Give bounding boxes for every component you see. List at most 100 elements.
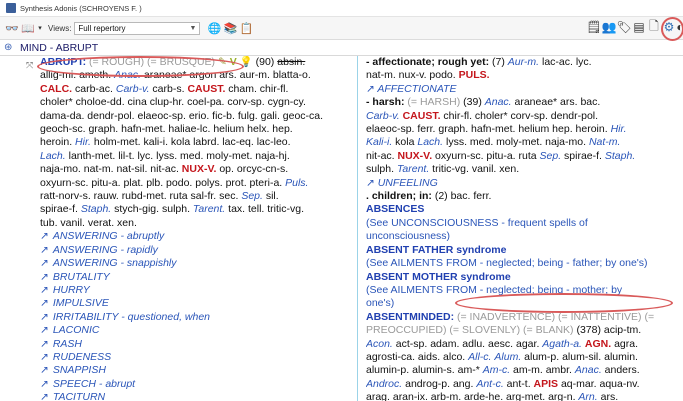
remedy-highlight[interactable]: Puls.: [285, 177, 308, 189]
remedy-icon[interactable]: 🗋: [647, 19, 661, 35]
remedy-highlight[interactable]: Lach.: [40, 150, 66, 162]
settings-icon[interactable]: ⚙: [662, 19, 676, 35]
remedy-highlight[interactable]: Anac.: [485, 96, 512, 108]
remedy-highlight[interactable]: APIS: [534, 378, 559, 390]
remedy-text[interactable]: (378) acip-tm.: [576, 324, 641, 336]
remedy-text[interactable]: aq-mar. aqua-nv.: [558, 378, 640, 390]
remedy-highlight[interactable]: Arn.: [578, 391, 597, 401]
remedy-text[interactable]: (2) bac. ferr.: [435, 190, 492, 202]
subrubric-name[interactable]: . children; in:: [366, 190, 435, 202]
remedy-text[interactable]: androg-p. ang.: [402, 378, 476, 390]
cross-reference-text[interactable]: RASH: [53, 338, 82, 350]
subrubric-name[interactable]: - affectionate; rough yet:: [366, 56, 492, 68]
remedy-text[interactable]: (7): [492, 56, 508, 68]
remedy-highlight[interactable]: Carb-v.: [366, 110, 400, 122]
remedy-highlight[interactable]: Am-c.: [483, 364, 510, 376]
remedy-text[interactable]: lanth-met. lil-t. lyc. lyss. med. moly-m…: [66, 150, 290, 162]
remedy-highlight[interactable]: Lach.: [417, 136, 443, 148]
pane-divider[interactable]: [357, 56, 358, 401]
remedy-highlight[interactable]: NUX-V.: [182, 163, 217, 175]
cross-reference-link[interactable]: ↗ UNFEELING: [366, 177, 438, 189]
remedy-highlight[interactable]: Anac.: [575, 364, 602, 376]
rubric-heading[interactable]: ABSENT FATHER syndrome: [366, 244, 506, 256]
cross-reference-link[interactable]: ↗ RUDENESS: [40, 351, 345, 364]
remedy-highlight[interactable]: Kali-i.: [366, 136, 392, 148]
cross-reference-link[interactable]: ↗ AFFECTIONATE: [366, 83, 456, 95]
remedy-text[interactable]: oxyurn-sc. pitu-a. ruta: [432, 150, 539, 162]
remedy-text[interactable]: araneae* argon ars. aur-m. blatta-o.: [141, 69, 311, 81]
cross-reference-link[interactable]: ↗ ANSWERING - rapidly: [40, 244, 345, 257]
remedy-text[interactable]: ratt-norv-s. rauw. rubd-met. ruta sal-fr…: [40, 190, 241, 202]
remedy-highlight[interactable]: Tarent.: [193, 203, 225, 215]
remedy-highlight[interactable]: Aur-m.: [508, 56, 539, 68]
remedy-text[interactable]: agra.: [611, 338, 638, 350]
cross-reference-link[interactable]: ↗ SNAPPISH: [40, 364, 345, 377]
remedy-highlight[interactable]: Agath-a.: [542, 338, 582, 350]
remedy-text[interactable]: lac-ac. lyc.: [539, 56, 592, 68]
cross-reference-link[interactable]: ↗ IRRITABILITY - questioned, when: [40, 311, 345, 324]
remedy-highlight[interactable]: (See UNCONSCIOUSNESS - frequent spells o…: [366, 217, 588, 229]
remedy-highlight[interactable]: Staph.: [81, 203, 111, 215]
cross-reference-text[interactable]: BRUTALITY: [53, 271, 110, 283]
remedy-text[interactable]: carb-s.: [150, 83, 188, 95]
cross-reference-text[interactable]: SNAPPISH: [53, 364, 106, 376]
remedy-text[interactable]: act-sp. adam. adlu. aesc. agar.: [393, 338, 542, 350]
remedy-highlight[interactable]: Sep.: [241, 190, 263, 202]
binoculars-icon[interactable]: 👓: [4, 20, 20, 36]
clipboard-icon[interactable]: 📋: [238, 20, 254, 36]
remedy-highlight[interactable]: CAUST.: [187, 83, 225, 95]
remedy-text[interactable]: choler* choloe-dd. cina clup-hr. coel-pa…: [40, 96, 306, 108]
remedy-highlight[interactable]: All-c.: [468, 351, 491, 363]
cross-reference-text[interactable]: LACONIC: [53, 324, 100, 336]
remedy-highlight[interactable]: Nat-m.: [589, 136, 621, 148]
remedy-text[interactable]: spirae-f.: [561, 150, 605, 162]
rubric-heading[interactable]: ABSENCES: [366, 203, 424, 215]
remedy-text[interactable]: sil.: [263, 190, 279, 202]
remedy-highlight[interactable]: (See AILMENTS FROM - neglected; being - …: [366, 257, 648, 269]
subrubric-name[interactable]: - harsh:: [366, 96, 407, 108]
remedy-highlight[interactable]: PULS.: [459, 69, 490, 81]
remedy-text[interactable]: anders.: [602, 364, 640, 376]
remedy-text[interactable]: carb-ac.: [72, 83, 116, 95]
remedy-highlight[interactable]: Tarent.: [397, 163, 429, 175]
remedy-text[interactable]: kola: [392, 136, 417, 148]
remedy-highlight[interactable]: Acon.: [366, 338, 393, 350]
rubric-synonyms[interactable]: (= INADVERTENCE) (= INATTENTIVE) (=: [457, 311, 654, 323]
remedy-highlight[interactable]: one's): [366, 297, 394, 309]
remedy-text[interactable]: spirae-f.: [40, 203, 81, 215]
remedy-text[interactable]: op. orcyc-cn-s.: [216, 163, 288, 175]
remedy-text[interactable]: oxyurn-sc. pitu-a. plat. plb. podo. poly…: [40, 177, 285, 189]
cross-reference-link[interactable]: ↗ ANSWERING - snappishly: [40, 257, 345, 270]
cross-reference-text[interactable]: IRRITABILITY - questioned, when: [53, 311, 210, 323]
views-select[interactable]: Full repertory ▼: [74, 21, 201, 35]
remedy-text[interactable]: (39): [463, 96, 485, 108]
remedy-highlight[interactable]: Anac.: [114, 69, 141, 81]
rubric-header[interactable]: ABRUPT: (= ROUGH) (= BRUSQUE) ✎ V 💡 (90)…: [40, 56, 345, 69]
remedy-text[interactable]: dama-da. dendr-pol. elaeoc-sp. erio. fic…: [40, 110, 323, 122]
cross-reference-text[interactable]: IMPULSIVE: [53, 297, 109, 309]
cross-reference-link[interactable]: ↗ TACITURN: [40, 391, 345, 401]
cross-reference-link[interactable]: ↗ RASH: [40, 338, 345, 351]
remedy-text[interactable]: tax. tell. tritic-vg.: [225, 203, 304, 215]
remedy-highlight[interactable]: Alum.: [494, 351, 521, 363]
cross-reference-text[interactable]: ANSWERING - abruptly: [53, 230, 164, 242]
remedy-text[interactable]: heroin.: [40, 136, 75, 148]
remedy-text[interactable]: chir-fl. choler* corv-sp. dendr-pol.: [441, 110, 598, 122]
remedy-text[interactable]: cham. chir-fl.: [225, 83, 288, 95]
cross-reference-text[interactable]: TACITURN: [53, 391, 105, 401]
rubric-name[interactable]: ABRUPT:: [40, 56, 86, 68]
remedy-text[interactable]: holm-met. kali-i. kola labrd. lac-eq. la…: [91, 136, 291, 148]
notes-icon[interactable]: ▤: [632, 19, 646, 35]
clipboard-list-icon[interactable]: 🗒: [586, 19, 601, 35]
remedy-text[interactable]: elaeoc-sp. ferr. graph. hafn-met. helium…: [366, 123, 611, 135]
cross-reference-text[interactable]: HURRY: [53, 284, 90, 296]
remedy-text[interactable]: allig-mi. ameth.: [40, 69, 114, 81]
remedy-text[interactable]: nit-ac.: [366, 150, 398, 162]
remedy-highlight[interactable]: Hir.: [611, 123, 627, 135]
remedy-highlight[interactable]: (See AILMENTS FROM - neglected; being - …: [366, 284, 622, 296]
rubric-heading[interactable]: ABSENTMINDED:: [366, 311, 457, 323]
remedy-text[interactable]: agrosti-ca. aids. alco.: [366, 351, 468, 363]
remedy-text[interactable]: ars.: [598, 391, 619, 401]
remedy-text[interactable]: lyss. med. moly-met. naja-mo.: [443, 136, 589, 148]
dropdown-arrow-icon[interactable]: ▾: [36, 20, 44, 36]
